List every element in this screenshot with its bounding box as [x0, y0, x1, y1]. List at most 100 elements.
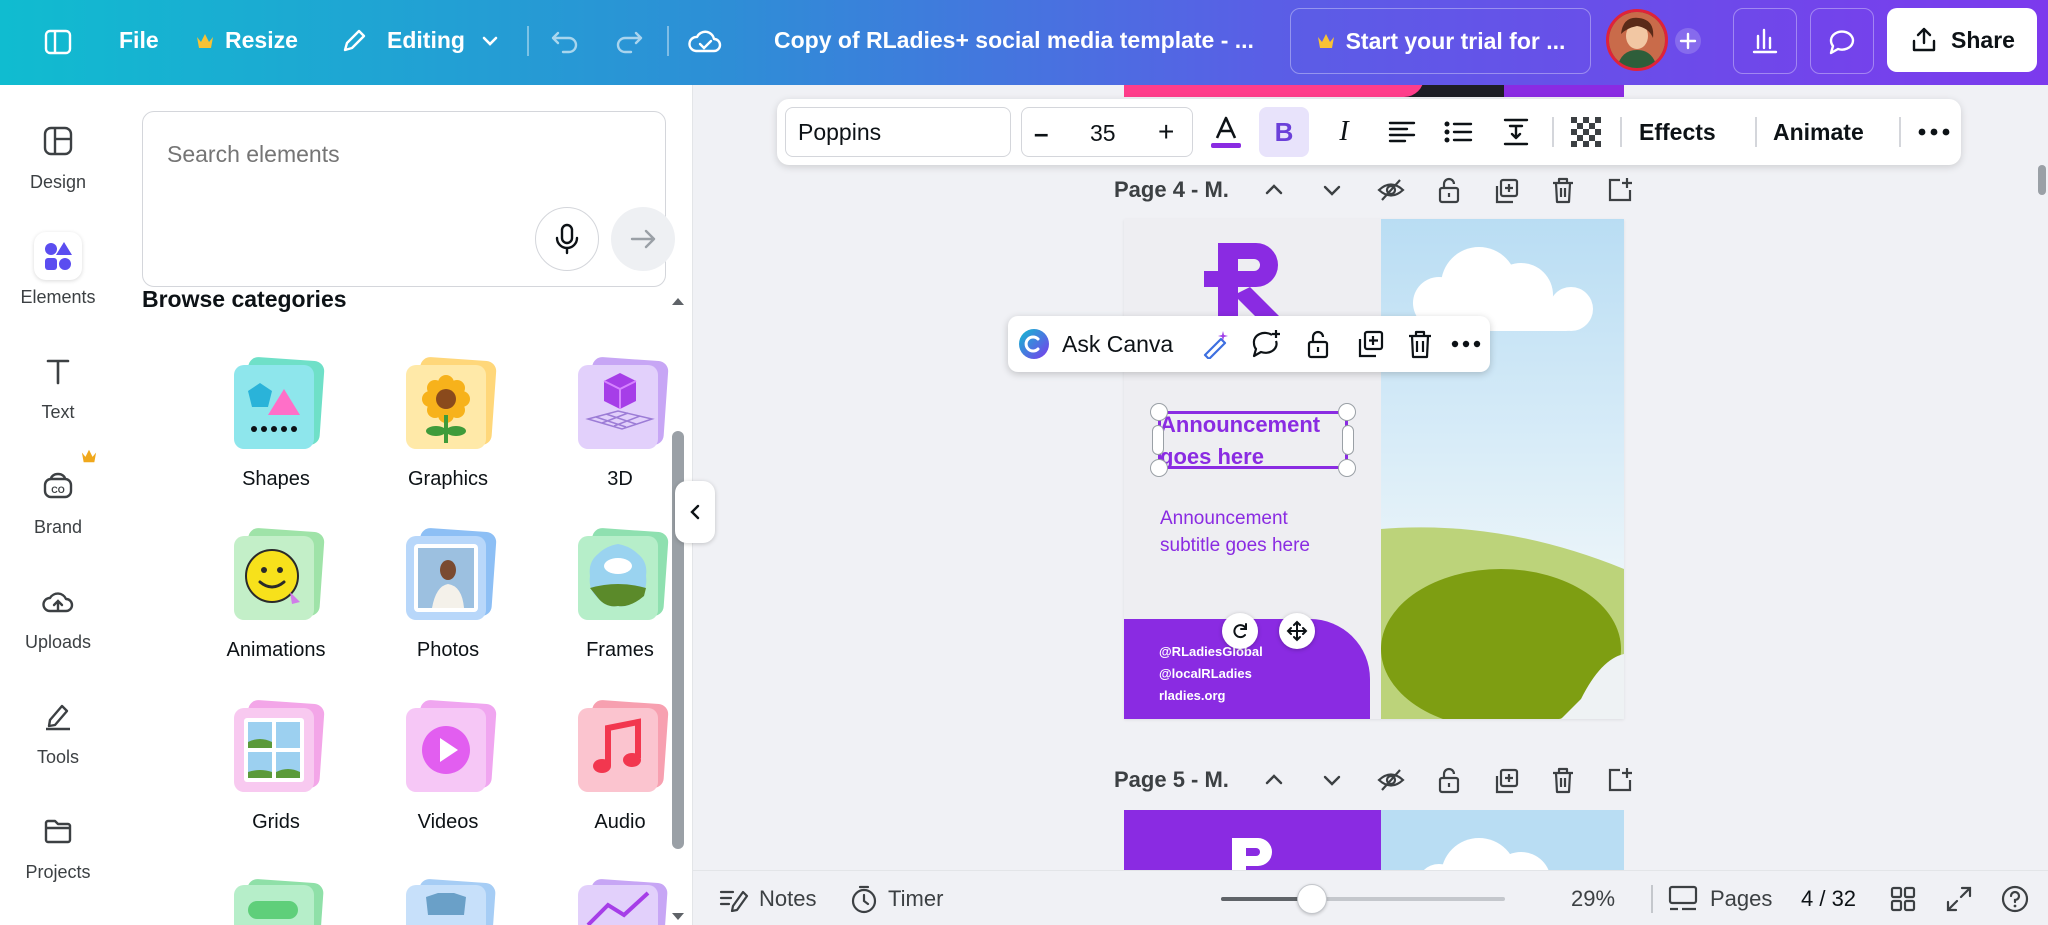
chevron-down-icon[interactable] — [477, 28, 503, 54]
help-button[interactable] — [2000, 884, 2032, 916]
avatar[interactable] — [1606, 9, 1668, 71]
increase-font-size-button[interactable]: + — [1158, 116, 1174, 148]
add-page-icon[interactable] — [1606, 766, 1634, 794]
category-videos[interactable]: Videos — [378, 698, 518, 832]
resize-handle[interactable] — [1150, 403, 1168, 421]
bold-button[interactable]: B — [1259, 107, 1309, 157]
more-options-button[interactable] — [1911, 109, 1957, 155]
rail-item-uploads[interactable]: Uploads — [0, 577, 116, 651]
category-animations[interactable]: Animations — [206, 526, 346, 660]
collapse-panel-button[interactable] — [675, 481, 715, 543]
rail-item-projects[interactable]: Projects — [0, 807, 116, 881]
duplicate-element-button[interactable] — [1352, 326, 1388, 362]
page-5-title[interactable]: Page 5 - M. — [1114, 767, 1229, 793]
lock-element-button[interactable] — [1300, 326, 1336, 362]
announcement-subtitle[interactable]: Announcement subtitle goes here — [1160, 505, 1340, 559]
category-graphics[interactable]: Graphics — [378, 355, 518, 489]
rotate-handle[interactable] — [1222, 613, 1258, 649]
document-title[interactable]: Copy of RLadies+ social media template -… — [774, 29, 1254, 52]
rail-item-tools[interactable]: Tools — [0, 692, 116, 766]
submit-search-button[interactable] — [611, 207, 675, 271]
font-size-stepper[interactable]: – 35 + — [1021, 107, 1193, 157]
trash-icon[interactable] — [1550, 766, 1576, 794]
add-comment-button[interactable] — [1248, 326, 1284, 362]
add-page-icon[interactable] — [1606, 176, 1634, 204]
text-color-button[interactable] — [1203, 109, 1249, 155]
scroll-up-icon[interactable] — [670, 295, 686, 307]
category-photos[interactable]: Photos — [378, 526, 518, 660]
more-options-button[interactable] — [1448, 326, 1484, 362]
sidebar-toggle-icon[interactable] — [40, 24, 76, 60]
rail-item-brand[interactable]: CO Brand — [0, 462, 116, 536]
lock-icon[interactable] — [1436, 176, 1462, 204]
zoom-slider-thumb[interactable] — [1297, 884, 1327, 914]
effects-button[interactable]: Effects — [1639, 119, 1716, 146]
file-menu[interactable]: File — [119, 29, 159, 52]
hide-eye-icon[interactable] — [1376, 177, 1406, 203]
category-grids[interactable]: Grids — [206, 698, 346, 832]
move-handle[interactable] — [1279, 613, 1315, 649]
rail-item-elements[interactable]: Elements — [0, 232, 116, 306]
animate-button[interactable]: Animate — [1773, 119, 1864, 146]
category-partial[interactable] — [378, 875, 518, 925]
microphone-button[interactable] — [535, 207, 599, 271]
chevron-down-icon[interactable] — [1320, 179, 1344, 201]
trash-icon[interactable] — [1550, 176, 1576, 204]
duplicate-icon[interactable] — [1492, 177, 1520, 205]
scroll-down-icon[interactable] — [670, 911, 686, 923]
category-shapes[interactable]: Shapes — [206, 355, 346, 489]
resize-handle[interactable] — [1338, 403, 1356, 421]
align-button[interactable] — [1377, 107, 1427, 157]
page-3-preview[interactable] — [1124, 85, 1624, 97]
rail-item-text[interactable]: Text — [0, 347, 116, 421]
redo-icon[interactable] — [611, 24, 647, 58]
page-4-design[interactable]: Announcement goes here Announcement subt… — [1124, 219, 1624, 719]
ask-canva-button[interactable]: Ask Canva — [1018, 324, 1188, 364]
category-3d[interactable]: 3D — [550, 355, 690, 489]
magic-edit-button[interactable] — [1198, 326, 1234, 362]
category-partial[interactable] — [206, 875, 346, 925]
hide-eye-icon[interactable] — [1376, 767, 1406, 793]
zoom-level[interactable]: 29% — [1571, 888, 1615, 910]
chevron-up-icon[interactable] — [1262, 179, 1286, 201]
comments-button[interactable] — [1810, 8, 1874, 74]
editing-mode-button[interactable]: Editing — [387, 29, 465, 52]
side-handle[interactable] — [1342, 425, 1354, 455]
duplicate-icon[interactable] — [1492, 767, 1520, 795]
chevron-down-icon[interactable] — [1320, 769, 1344, 791]
transparency-button[interactable] — [1563, 109, 1609, 155]
resize-handle[interactable] — [1338, 459, 1356, 477]
grid-view-button[interactable] — [1889, 885, 1919, 915]
notes-button[interactable]: Notes — [719, 883, 816, 915]
page-5-design[interactable] — [1124, 810, 1624, 870]
cloud-saved-icon[interactable] — [685, 22, 725, 60]
rail-item-design[interactable]: Design — [0, 117, 116, 191]
delete-element-button[interactable] — [1402, 326, 1438, 362]
spacing-button[interactable] — [1491, 107, 1541, 157]
resize-handle[interactable] — [1150, 459, 1168, 477]
category-frames[interactable]: Frames — [550, 526, 690, 660]
font-family-select[interactable]: Poppins — [785, 107, 1011, 157]
start-trial-button[interactable]: Start your trial for ... — [1290, 8, 1591, 74]
canvas-scrollbar-thumb[interactable] — [2038, 165, 2046, 195]
chevron-up-icon[interactable] — [1262, 769, 1286, 791]
selection-frame[interactable] — [1158, 411, 1348, 469]
add-collaborator-button[interactable] — [1663, 8, 1713, 74]
fullscreen-button[interactable] — [1945, 885, 1975, 915]
page-4-title[interactable]: Page 4 - M. — [1114, 177, 1229, 203]
category-partial[interactable] — [550, 875, 690, 925]
side-handle[interactable] — [1152, 425, 1164, 455]
share-button[interactable]: Share — [1887, 8, 2037, 72]
search-box[interactable] — [142, 111, 675, 287]
list-button[interactable] — [1433, 107, 1483, 157]
category-audio[interactable]: Audio — [550, 698, 690, 832]
font-size-value[interactable]: 35 — [1090, 120, 1116, 147]
resize-button[interactable]: Resize — [225, 29, 298, 52]
search-input[interactable] — [167, 134, 627, 174]
italic-button[interactable]: I — [1319, 107, 1369, 157]
timer-button[interactable]: Timer — [850, 883, 943, 915]
pages-button[interactable]: Pages — [1668, 883, 1772, 915]
decrease-font-size-button[interactable]: – — [1034, 118, 1048, 149]
undo-icon[interactable] — [547, 24, 583, 58]
lock-icon[interactable] — [1436, 766, 1462, 794]
